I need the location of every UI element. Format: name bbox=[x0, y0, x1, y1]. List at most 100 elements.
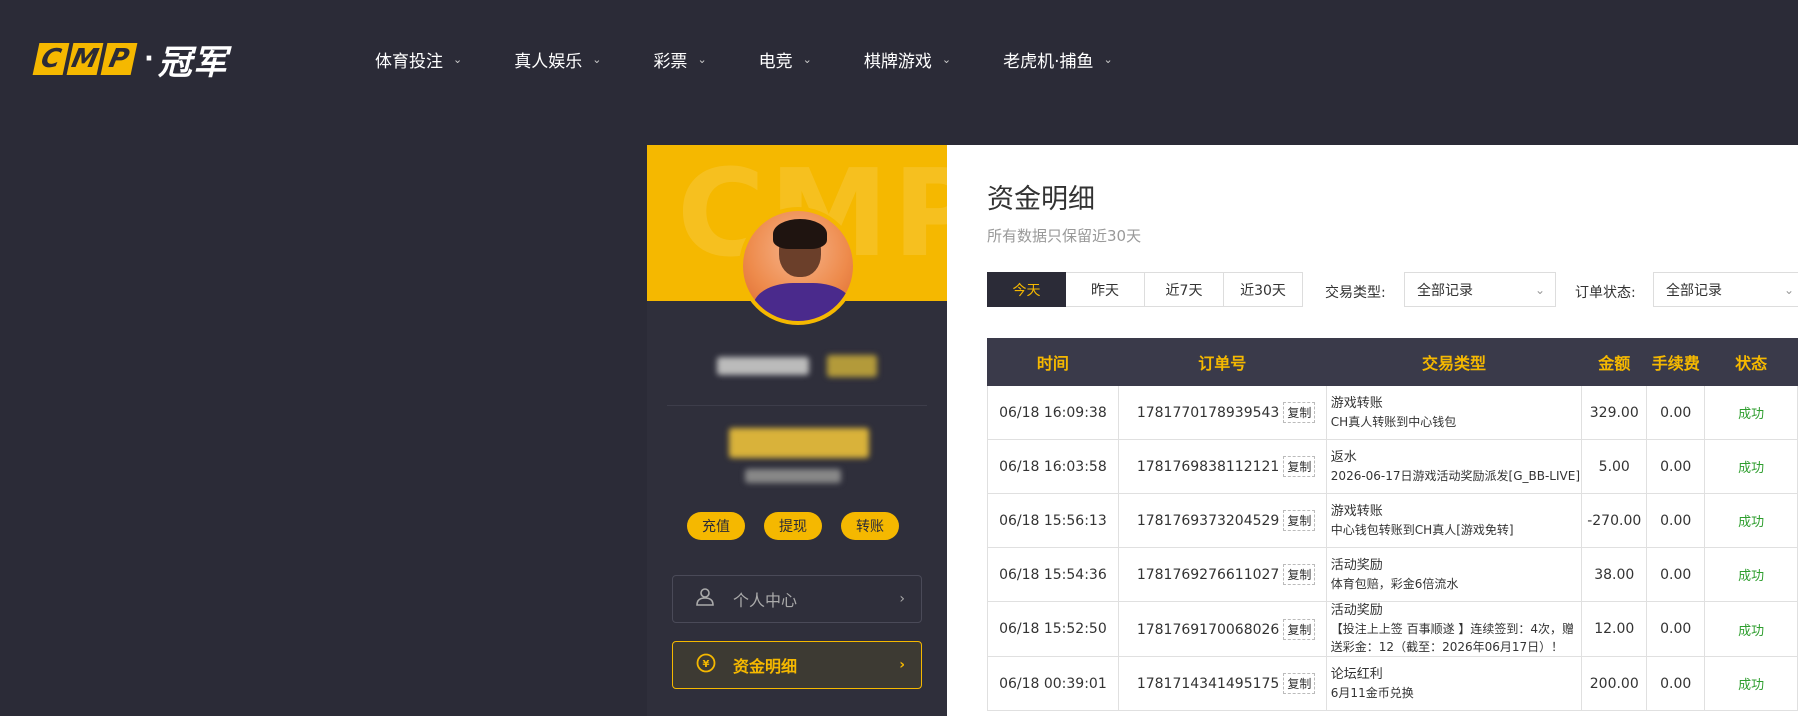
order-number: 1781769373204529 bbox=[1136, 513, 1280, 529]
avatar-hair-shape bbox=[773, 219, 827, 249]
cell-time: 06/18 16:09:38 bbox=[987, 385, 1119, 440]
vip-badge-blurred bbox=[827, 355, 877, 377]
cell-type: 活动奖励 【投注上上签 百事顺遂 】连续签到：4次，赠送彩金：12（截至：2026… bbox=[1325, 601, 1583, 657]
table-row: 06/18 16:03:58 1781769838112121 复制 返水 2026… bbox=[987, 439, 1798, 494]
type-detail: 2026-06-17日游戏活动奖励派发[G_BB-LIVE] bbox=[1330, 468, 1581, 483]
cell-order: 1781769373204529 复制 bbox=[1117, 493, 1327, 548]
nav-item-card-games[interactable]: 棋牌游戏 ⌄ bbox=[864, 47, 951, 72]
table-row: 06/18 15:54:36 1781769276611027 复制 活动奖励 体育… bbox=[987, 547, 1798, 602]
cell-time: 06/18 15:56:13 bbox=[987, 493, 1119, 548]
cell-time: 06/18 16:03:58 bbox=[987, 439, 1119, 494]
transaction-type-select[interactable]: 全部记录 ⌄ bbox=[1404, 272, 1556, 307]
status-badge: 成功 bbox=[1738, 623, 1765, 639]
avatar-body-shape bbox=[753, 283, 853, 321]
status-badge: 成功 bbox=[1738, 678, 1765, 693]
funds-detail-panel: 资金明细 所有数据只保留近30天 今天 昨天 近7天 近30天 交易类型: 全部… bbox=[947, 145, 1798, 716]
order-number: 1781769838112121 bbox=[1136, 459, 1280, 475]
copy-button[interactable]: 复制 bbox=[1283, 402, 1316, 423]
cell-amount: -270.00 bbox=[1581, 493, 1648, 548]
page-title: 资金明细 bbox=[987, 184, 1095, 215]
withdraw-button[interactable]: 提现 bbox=[764, 512, 822, 540]
column-header-amount: 金额 bbox=[1581, 338, 1648, 386]
brand-logo[interactable]: C M P · 冠军 bbox=[32, 39, 228, 83]
status-badge: 成功 bbox=[1738, 569, 1765, 584]
nav-label: 棋牌游戏 bbox=[863, 52, 932, 72]
type-detail: 6月11金币兑换 bbox=[1330, 685, 1414, 700]
logo-letter: P bbox=[100, 43, 138, 75]
nav-item-esports[interactable]: 电竞 ⌄ bbox=[759, 47, 812, 72]
chevron-right-icon: › bbox=[899, 591, 905, 607]
nav-item-sports[interactable]: 体育投注 ⌄ bbox=[375, 47, 462, 72]
table-body: 06/18 16:09:38 1781770178939543 复制 游戏转账 CH… bbox=[987, 385, 1798, 711]
column-header-fee: 手续费 bbox=[1646, 338, 1706, 386]
cell-time: 06/18 15:52:50 bbox=[987, 601, 1119, 657]
copy-button[interactable]: 复制 bbox=[1283, 618, 1316, 640]
cell-status: 成功 bbox=[1704, 385, 1798, 440]
chevron-down-icon: ⌄ bbox=[592, 53, 602, 66]
cell-type: 活动奖励 体育包赔，彩金6倍流水 bbox=[1325, 547, 1583, 602]
nav-label: 体育投注 bbox=[375, 52, 443, 72]
logo-letter: C bbox=[32, 43, 70, 75]
user-icon bbox=[695, 587, 721, 612]
logo-letter: M bbox=[66, 43, 104, 75]
sidebar-item-personal-center[interactable]: 个人中心 › bbox=[672, 575, 922, 623]
type-detail: 体育包赔，彩金6倍流水 bbox=[1330, 576, 1459, 591]
select-value: 全部记录 bbox=[1666, 282, 1722, 299]
status-badge: 成功 bbox=[1738, 515, 1765, 530]
nav-item-lottery[interactable]: 彩票 ⌄ bbox=[653, 47, 706, 72]
sidebar-item-label: 个人中心 bbox=[733, 591, 798, 610]
chevron-down-icon: ⌄ bbox=[1103, 53, 1113, 66]
cell-fee: 0.00 bbox=[1646, 385, 1706, 440]
type-detail: 中心钱包转账到CH真人[游戏免转] bbox=[1330, 522, 1514, 537]
transfer-button[interactable]: 转账 bbox=[841, 512, 899, 540]
cell-amount: 329.00 bbox=[1581, 385, 1648, 440]
funds-icon: ¥ bbox=[695, 652, 721, 679]
copy-button[interactable]: 复制 bbox=[1283, 510, 1316, 531]
type-main: 游戏转账 bbox=[1330, 395, 1383, 411]
chevron-down-icon: ⌄ bbox=[453, 53, 463, 66]
chevron-down-icon: ⌄ bbox=[697, 53, 707, 66]
order-number: 1781769170068026 bbox=[1136, 621, 1280, 638]
cell-fee: 0.00 bbox=[1646, 656, 1706, 711]
table-row: 06/18 15:52:50 1781769170068026 复制 活动奖励 【投… bbox=[987, 601, 1798, 657]
tab-today[interactable]: 今天 bbox=[987, 272, 1066, 307]
copy-button[interactable]: 复制 bbox=[1283, 564, 1316, 585]
cell-type: 游戏转账 CH真人转账到中心钱包 bbox=[1325, 385, 1583, 440]
nav-label: 彩票 bbox=[653, 52, 688, 72]
nav-item-slots-fishing[interactable]: 老虎机·捕鱼 ⌄ bbox=[1003, 47, 1113, 72]
chevron-down-icon: ⌄ bbox=[941, 53, 952, 66]
cell-order: 1781769170068026 复制 bbox=[1117, 601, 1327, 657]
cell-status: 成功 bbox=[1704, 656, 1798, 711]
tab-last-7-days[interactable]: 近7天 bbox=[1145, 272, 1224, 307]
cell-fee: 0.00 bbox=[1646, 439, 1706, 494]
select-value: 全部记录 bbox=[1417, 282, 1473, 299]
cell-fee: 0.00 bbox=[1646, 601, 1706, 657]
cell-type: 返水 2026-06-17日游戏活动奖励派发[G_BB-LIVE] bbox=[1325, 439, 1583, 494]
status-badge: 成功 bbox=[1738, 407, 1765, 422]
page-subtitle: 所有数据只保留近30天 bbox=[987, 227, 1142, 245]
nav-item-live-casino[interactable]: 真人娱乐 ⌄ bbox=[514, 47, 601, 72]
tab-yesterday[interactable]: 昨天 bbox=[1066, 272, 1145, 307]
order-status-select[interactable]: 全部记录 ⌄ bbox=[1653, 272, 1798, 307]
sidebar-item-funds-detail[interactable]: ¥ 资金明细 › bbox=[672, 641, 922, 689]
copy-button[interactable]: 复制 bbox=[1283, 673, 1316, 694]
deposit-button[interactable]: 充值 bbox=[687, 512, 745, 540]
type-main: 游戏转账 bbox=[1330, 503, 1383, 519]
tab-last-30-days[interactable]: 近30天 bbox=[1224, 272, 1303, 307]
copy-button[interactable]: 复制 bbox=[1283, 456, 1316, 477]
chevron-down-icon: ⌄ bbox=[1783, 282, 1794, 297]
svg-text:¥: ¥ bbox=[703, 659, 710, 670]
order-number: 1781770178939543 bbox=[1136, 405, 1280, 421]
cell-status: 成功 bbox=[1704, 601, 1798, 657]
order-number: 1781769276611027 bbox=[1136, 567, 1280, 583]
logo-dot: · bbox=[144, 44, 154, 74]
order-number: 1781714341495175 bbox=[1136, 676, 1280, 692]
cell-amount: 200.00 bbox=[1581, 656, 1648, 711]
username-blurred bbox=[717, 357, 809, 375]
balance-sub-blurred bbox=[745, 469, 841, 483]
avatar[interactable] bbox=[739, 207, 857, 325]
column-header-time: 时间 bbox=[987, 338, 1119, 386]
cell-order: 1781714341495175 复制 bbox=[1117, 656, 1327, 711]
balance-blurred bbox=[729, 428, 869, 458]
cell-order: 1781769276611027 复制 bbox=[1117, 547, 1327, 602]
